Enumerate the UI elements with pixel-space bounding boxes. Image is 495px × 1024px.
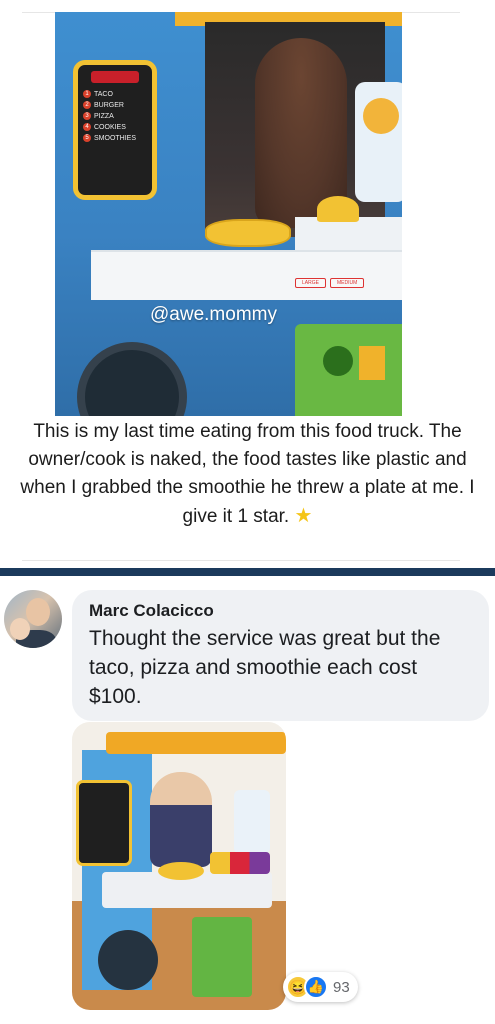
toy-cupcake bbox=[317, 196, 359, 222]
menu-item: 3 PIZZA bbox=[83, 111, 147, 122]
comment-author[interactable]: Marc Colacicco bbox=[89, 599, 472, 623]
toy-plate bbox=[205, 219, 291, 247]
caption-divider bbox=[22, 560, 460, 561]
menu-item-label: TACO bbox=[94, 91, 113, 98]
menu-item-label: COOKIES bbox=[94, 124, 126, 131]
avatar-face bbox=[26, 598, 50, 626]
meme-photo[interactable]: 1 TACO 2 BURGER 3 PIZZA 4 COOKIES 5 SMOOTHIES… bbox=[55, 12, 402, 416]
watermark: @awe.mommy bbox=[150, 304, 277, 325]
truck-wheel bbox=[98, 930, 158, 990]
menu-item-number: 3 bbox=[83, 112, 91, 121]
menu-board bbox=[76, 780, 132, 866]
size-tags: LARGE MEDIUM bbox=[295, 278, 365, 288]
menu-item-number: 1 bbox=[83, 90, 91, 99]
menu-item: 4 COOKIES bbox=[83, 122, 147, 133]
comment-bubble: Marc Colacicco Thought the service was g… bbox=[72, 590, 489, 721]
toy-cups bbox=[210, 852, 270, 874]
puppy-face-icon bbox=[363, 98, 399, 134]
comment-photo[interactable] bbox=[72, 722, 286, 1010]
like-icon: 👍 bbox=[304, 975, 328, 999]
shape-block-icon bbox=[359, 346, 385, 380]
comment-text: Thought the service was great but the ta… bbox=[89, 627, 441, 708]
avatar[interactable] bbox=[4, 590, 62, 648]
menu-item-number: 4 bbox=[83, 123, 91, 132]
post-caption: This is my last time eating from this fo… bbox=[14, 418, 481, 531]
toy-plate bbox=[158, 862, 204, 880]
truck-roof bbox=[106, 732, 286, 754]
reaction-count: 93 bbox=[333, 978, 350, 996]
truck-counter bbox=[91, 250, 402, 300]
menu-item-number: 5 bbox=[83, 134, 91, 143]
size-tag: MEDIUM bbox=[329, 278, 365, 288]
menu-item-label: BURGER bbox=[94, 102, 124, 109]
menu-board: 1 TACO 2 BURGER 3 PIZZA 4 COOKIES 5 SMOOTHIES bbox=[73, 60, 157, 200]
menu-board-header bbox=[91, 71, 139, 83]
menu-item: 1 TACO bbox=[83, 89, 147, 100]
size-tag: LARGE bbox=[295, 278, 326, 288]
child-figure bbox=[150, 772, 212, 867]
section-divider-bar bbox=[0, 568, 495, 576]
menu-item-label: SMOOTHIES bbox=[94, 135, 137, 142]
circle-shape-icon bbox=[323, 346, 353, 376]
star-icon: ★ bbox=[294, 505, 313, 527]
puppy-sign bbox=[234, 790, 270, 854]
menu-item-number: 2 bbox=[83, 101, 91, 110]
shape-sorter bbox=[295, 324, 402, 416]
avatar-child-face bbox=[10, 618, 30, 640]
menu-item-label: PIZZA bbox=[94, 113, 114, 120]
reaction-summary[interactable]: 😆 👍 93 bbox=[283, 972, 358, 1002]
menu-item: 2 BURGER bbox=[83, 100, 147, 111]
shape-sorter bbox=[192, 917, 252, 997]
menu-item: 5 SMOOTHIES bbox=[83, 133, 147, 144]
caption-text: This is my last time eating from this fo… bbox=[20, 421, 475, 527]
